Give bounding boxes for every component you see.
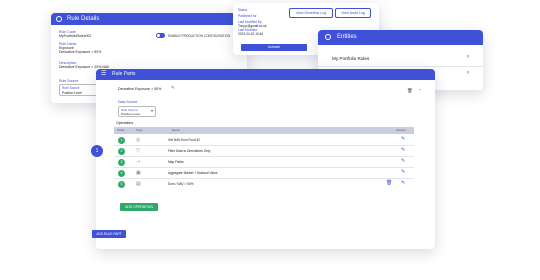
table-row: 5 ▤ Sum / NAV > 50% 🗑 ✎: [114, 180, 414, 189]
calculator-icon: ▤: [136, 181, 141, 187]
rule-details-header: Rule Details: [51, 13, 247, 25]
status-line2: Published for: [238, 14, 257, 18]
table-row: 3 ⇢ Map Fields ✎: [114, 158, 414, 168]
view-workflow-log-button[interactable]: View Workflow Log: [289, 8, 333, 18]
data-source-label: Data Source: [118, 100, 138, 104]
rule-parts-title: Rule Parts: [112, 71, 136, 77]
aggregate-icon: ▣: [136, 170, 141, 176]
rule-source-label: Rule Source: [59, 79, 79, 83]
edit-operation-icon[interactable]: ✎: [401, 180, 405, 186]
operation-name: Sum / NAV > 50%: [168, 182, 194, 186]
row-order-badge: 1: [118, 137, 125, 144]
add-operation-button[interactable]: ADD OPERATION: [120, 203, 158, 211]
edit-operation-icon[interactable]: ✎: [401, 158, 405, 164]
col-order: Order: [117, 128, 125, 132]
operation-name: Aggregate Market + Notional Value: [168, 171, 218, 175]
add-rule-part-button[interactable]: ADD RULE PART: [92, 230, 126, 238]
data-source-select[interactable]: Rule Source Position Level ▾: [118, 106, 156, 117]
entities-item-0[interactable]: My Portfolio Rules ›: [318, 52, 483, 67]
entities-item-0-label: My Portfolio Rules: [332, 56, 370, 61]
list-icon: ☰: [101, 71, 107, 77]
entities-icon: [325, 34, 331, 40]
edit-operation-icon[interactable]: ✎: [401, 136, 405, 142]
activate-button[interactable]: Activate: [241, 44, 307, 51]
chevron-down-icon: ▾: [150, 108, 153, 113]
table-row: 4 ▣ Aggregate Market + Notional Value ✎: [114, 169, 414, 179]
rule-part-step-badge: 1: [91, 145, 103, 157]
edit-part-name-icon[interactable]: ✎: [171, 85, 175, 91]
table-row: 1 ◎ Get NAV from Fund ID ✎: [114, 136, 414, 146]
col-actions: Actions: [396, 128, 406, 132]
operation-name: Get NAV from Fund ID: [168, 138, 200, 142]
view-audit-log-button[interactable]: View Audit Log: [335, 8, 371, 18]
production-toggle-label: ENABLE PRODUCTION CONFIGURATION: [168, 34, 231, 38]
chevron-right-icon: ›: [467, 54, 469, 60]
rule-source-value2: Position Level: [62, 91, 82, 95]
entities-header: Entities: [318, 30, 483, 45]
filter-icon: ▽: [136, 148, 140, 154]
production-toggle[interactable]: [156, 33, 165, 38]
rule-name-line2: Derivative Exposure > 50%: [59, 50, 102, 54]
rule-code-value: MyPortfolioRules002: [59, 34, 92, 38]
chevron-right-icon: ›: [467, 70, 469, 76]
rule-part-name[interactable]: Derivative Exposure > 50%: [118, 87, 161, 91]
row-order-badge: 4: [118, 170, 125, 177]
operation-name: Map Fields: [168, 160, 184, 164]
table-row: 2 ▽ Filter Data to Derivatives Only ✎: [114, 147, 414, 157]
rule-parts-card: ☰ Rule Parts Derivative Exposure > 50% ✎…: [96, 69, 435, 249]
delete-operation-icon[interactable]: 🗑: [386, 180, 392, 186]
map-icon: ⇢: [136, 159, 141, 165]
rule-source-select[interactable]: Rule Source Position Level ▾: [59, 84, 101, 96]
status-line6: 2023-04-15 10:40: [238, 32, 264, 36]
col-name: Name: [172, 128, 181, 132]
row-order-badge: 2: [118, 148, 125, 155]
operations-table: Order Type Name Actions 1 ◎ Get NAV from…: [114, 127, 414, 205]
delete-part-icon[interactable]: 🗑: [407, 88, 413, 94]
edit-operation-icon[interactable]: ✎: [401, 147, 405, 153]
entities-title: Entities: [337, 34, 357, 40]
collapse-part-icon[interactable]: ⌃: [418, 88, 421, 93]
table-header: Order Type Name Actions: [114, 127, 414, 134]
row-order-badge: 5: [118, 181, 125, 188]
rule-details-icon: [56, 16, 62, 22]
operation-name: Filter Data to Derivatives Only: [168, 149, 211, 153]
database-icon: ◎: [136, 137, 141, 143]
status-line1: Status: [238, 8, 248, 12]
operations-label: Operations: [116, 121, 134, 125]
data-source-line2: Position Level: [121, 112, 140, 116]
rule-details-title: Rule Details: [67, 16, 100, 22]
rule-parts-header: ☰ Rule Parts: [96, 69, 435, 80]
col-type: Type: [136, 128, 143, 132]
edit-operation-icon[interactable]: ✎: [401, 169, 405, 175]
row-order-badge: 3: [118, 159, 125, 166]
